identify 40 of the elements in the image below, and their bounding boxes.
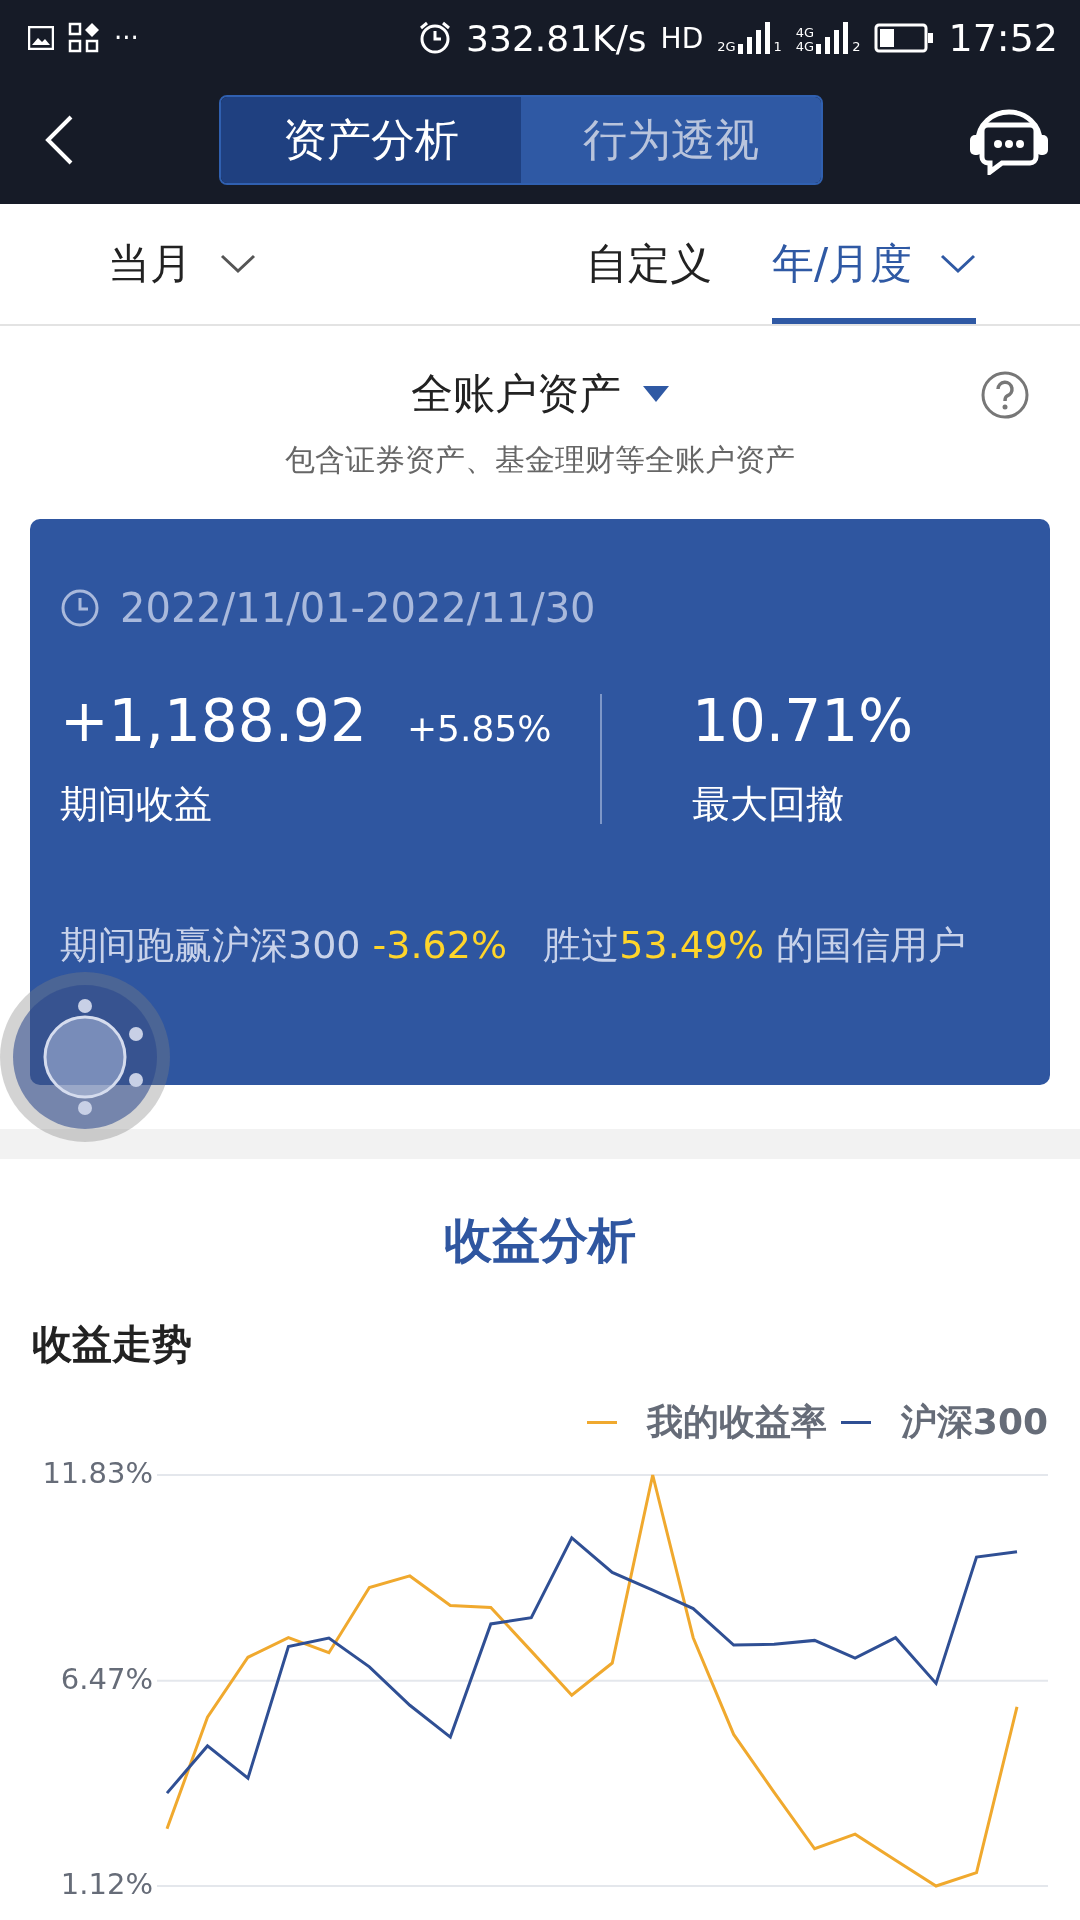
- image-icon: [28, 26, 54, 50]
- max-drawdown-value: 10.71%: [692, 687, 915, 755]
- alarm-icon: [418, 21, 453, 55]
- sim-slot: 1: [773, 39, 782, 54]
- apps-icon: [68, 22, 100, 54]
- hd-indicator: HD: [660, 21, 704, 55]
- sim-slot: 2: [852, 39, 861, 54]
- dropdown-triangle-icon[interactable]: [643, 386, 669, 402]
- more-indicator: ···: [114, 23, 139, 53]
- y-axis-label: 11.83%: [42, 1461, 153, 1490]
- network-type: 4G: [795, 26, 815, 40]
- period-tab[interactable]: 当月: [108, 204, 256, 324]
- back-icon[interactable]: [44, 114, 74, 166]
- section-title: 收益分析: [444, 1211, 636, 1270]
- period-tab[interactable]: 自定义: [586, 204, 712, 324]
- legend-label: 沪深300: [900, 1400, 1048, 1444]
- y-axis-label: 1.12%: [60, 1867, 153, 1901]
- max-drawdown-label: 最大回撤: [692, 781, 845, 828]
- legend-label: 我的收益率: [646, 1400, 827, 1444]
- network-type: 4G: [795, 40, 815, 54]
- account-subtitle: 包含证券资产、基金理财等全账户资产: [285, 441, 795, 479]
- profit-rate: +5.85%: [406, 708, 552, 749]
- chart-title: 收益走势: [32, 1321, 192, 1367]
- period-profit-label: 期间收益: [60, 781, 213, 828]
- network-type: 2G: [717, 40, 736, 54]
- period-tab[interactable]: 年/月度: [772, 204, 977, 324]
- clock-time: 17:52: [948, 16, 1058, 60]
- date-range: 2022/11/01-2022/11/30: [120, 585, 596, 631]
- battery-icon: [874, 23, 935, 53]
- network-speed: 332.81K/s: [466, 17, 647, 59]
- nav-tab[interactable]: 行为透视: [521, 97, 821, 183]
- y-axis-label: 6.47%: [60, 1661, 153, 1696]
- clock-icon: [60, 588, 100, 628]
- account-title[interactable]: 全账户资产: [411, 366, 621, 422]
- period-profit-value: +1,188.92: [60, 687, 367, 755]
- help-icon[interactable]: [980, 370, 1030, 420]
- nav-tab[interactable]: 资产分析: [221, 97, 521, 183]
- signal-icon: [737, 22, 772, 54]
- benchmark-summary: 期间跑赢沪深300 -3.62% 胜过53.49% 的国信用户: [60, 922, 968, 969]
- signal-icon: [816, 22, 851, 54]
